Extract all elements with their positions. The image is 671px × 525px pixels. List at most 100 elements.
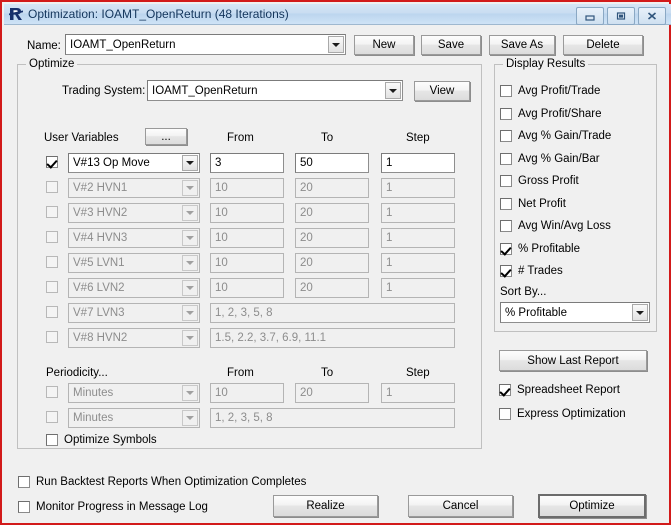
delete-button[interactable]: Delete <box>563 35 643 55</box>
user-variables-ellipsis-button[interactable]: ... <box>145 128 187 145</box>
name-combo[interactable]: IOAMT_OpenReturn <box>65 34 346 55</box>
trading-system-combo[interactable]: IOAMT_OpenReturn <box>147 80 403 101</box>
chevron-down-icon[interactable] <box>385 82 401 99</box>
variable-step-input[interactable]: 1 <box>381 203 455 223</box>
show-last-report-button[interactable]: Show Last Report <box>499 350 647 371</box>
optimize-button[interactable]: Optimize <box>538 494 646 518</box>
variable-select[interactable]: V#7 LVN3 <box>68 303 200 323</box>
variable-row-checkbox-wrap[interactable] <box>46 156 58 168</box>
display-result-row[interactable]: Avg Profit/Trade <box>500 85 600 97</box>
variable-step-input[interactable]: 1 <box>381 253 455 273</box>
variable-select[interactable]: V#5 LVN1 <box>68 253 200 273</box>
variable-to-input[interactable]: 20 <box>295 228 369 248</box>
periodicity-unit-select[interactable]: Minutes <box>68 408 200 428</box>
periodicity-enable-checkbox[interactable] <box>46 386 58 398</box>
chevron-down-icon[interactable] <box>182 385 198 401</box>
spreadsheet-report-checkbox[interactable] <box>499 384 511 396</box>
periodicity-value-list-input[interactable]: 1, 2, 3, 5, 8 <box>210 408 455 428</box>
display-result-checkbox[interactable] <box>500 243 512 255</box>
variable-enable-checkbox[interactable] <box>46 206 58 218</box>
display-result-row[interactable]: Net Profit <box>500 198 566 210</box>
variable-value-list-input[interactable]: 1, 2, 3, 5, 8 <box>210 303 455 323</box>
chevron-down-icon[interactable] <box>182 330 198 346</box>
chevron-down-icon[interactable] <box>182 410 198 426</box>
chevron-down-icon[interactable] <box>182 205 198 221</box>
variable-enable-checkbox[interactable] <box>46 181 58 193</box>
variable-select[interactable]: V#6 LVN2 <box>68 278 200 298</box>
display-result-row[interactable]: Avg % Gain/Trade <box>500 130 611 142</box>
variable-enable-checkbox[interactable] <box>46 306 58 318</box>
variable-value-list-input[interactable]: 1.5, 2.2, 3.7, 6.9, 11.1 <box>210 328 455 348</box>
variable-select[interactable]: V#3 HVN2 <box>68 203 200 223</box>
display-result-checkbox[interactable] <box>500 85 512 97</box>
maximize-icon[interactable] <box>607 7 635 25</box>
variable-row-checkbox-wrap[interactable] <box>46 206 58 218</box>
variable-from-input[interactable]: 10 <box>210 278 284 298</box>
display-result-checkbox[interactable] <box>500 198 512 210</box>
chevron-down-icon[interactable] <box>328 36 344 53</box>
variable-row-checkbox-wrap[interactable] <box>46 281 58 293</box>
variable-to-input[interactable]: 20 <box>295 278 369 298</box>
periodicity-to-input[interactable]: 20 <box>295 383 369 403</box>
chevron-down-icon[interactable] <box>182 280 198 296</box>
variable-step-input[interactable]: 1 <box>381 228 455 248</box>
variable-from-input[interactable]: 10 <box>210 178 284 198</box>
display-result-checkbox[interactable] <box>500 265 512 277</box>
new-button[interactable]: New <box>354 35 414 55</box>
display-result-checkbox[interactable] <box>500 130 512 142</box>
close-icon[interactable] <box>638 7 666 25</box>
display-result-row[interactable]: Gross Profit <box>500 175 579 187</box>
variable-to-input[interactable]: 20 <box>295 203 369 223</box>
run-backtest-row[interactable]: Run Backtest Reports When Optimization C… <box>18 476 306 488</box>
variable-enable-checkbox[interactable] <box>46 256 58 268</box>
periodicity-step-input[interactable]: 1 <box>381 383 455 403</box>
periodicity-row-checkbox-wrap[interactable] <box>46 411 58 423</box>
display-result-checkbox[interactable] <box>500 153 512 165</box>
optimize-symbols-row[interactable]: Optimize Symbols <box>46 434 157 446</box>
display-result-checkbox[interactable] <box>500 108 512 120</box>
variable-select[interactable]: V#13 Op Move <box>68 153 200 173</box>
variable-step-input[interactable]: 1 <box>381 278 455 298</box>
save-button[interactable]: Save <box>421 35 481 55</box>
periodicity-from-input[interactable]: 10 <box>210 383 284 403</box>
realize-button[interactable]: Realize <box>273 495 378 517</box>
variable-from-input[interactable]: 10 <box>210 203 284 223</box>
variable-step-input[interactable]: 1 <box>381 178 455 198</box>
cancel-button[interactable]: Cancel <box>408 495 513 517</box>
variable-enable-checkbox[interactable] <box>46 156 58 168</box>
chevron-down-icon[interactable] <box>182 180 198 196</box>
variable-row-checkbox-wrap[interactable] <box>46 181 58 193</box>
monitor-progress-checkbox[interactable] <box>18 501 30 513</box>
variable-from-input[interactable]: 10 <box>210 253 284 273</box>
minimize-icon[interactable] <box>576 7 604 25</box>
variable-select[interactable]: V#8 HVN2 <box>68 328 200 348</box>
variable-to-input[interactable]: 20 <box>295 178 369 198</box>
variable-enable-checkbox[interactable] <box>46 231 58 243</box>
variable-from-input[interactable]: 10 <box>210 228 284 248</box>
chevron-down-icon[interactable] <box>182 305 198 321</box>
chevron-down-icon[interactable] <box>632 304 648 321</box>
display-result-row[interactable]: % Profitable <box>500 243 580 255</box>
variable-select[interactable]: V#4 HVN3 <box>68 228 200 248</box>
display-result-checkbox[interactable] <box>500 220 512 232</box>
variable-row-checkbox-wrap[interactable] <box>46 256 58 268</box>
run-backtest-checkbox[interactable] <box>18 476 30 488</box>
display-result-checkbox[interactable] <box>500 175 512 187</box>
variable-enable-checkbox[interactable] <box>46 281 58 293</box>
variable-row-checkbox-wrap[interactable] <box>46 306 58 318</box>
periodicity-enable-checkbox[interactable] <box>46 411 58 423</box>
view-button[interactable]: View <box>414 81 470 101</box>
display-result-row[interactable]: Avg Profit/Share <box>500 108 602 120</box>
variable-row-checkbox-wrap[interactable] <box>46 331 58 343</box>
variable-from-input[interactable]: 3 <box>210 153 284 173</box>
express-optimization-row[interactable]: Express Optimization <box>499 408 626 420</box>
chevron-down-icon[interactable] <box>182 230 198 246</box>
periodicity-row-checkbox-wrap[interactable] <box>46 386 58 398</box>
optimize-symbols-checkbox[interactable] <box>46 434 58 446</box>
display-result-row[interactable]: Avg % Gain/Bar <box>500 153 600 165</box>
monitor-progress-row[interactable]: Monitor Progress in Message Log <box>18 501 208 513</box>
variable-to-input[interactable]: 50 <box>295 153 369 173</box>
variable-step-input[interactable]: 1 <box>381 153 455 173</box>
periodicity-unit-select[interactable]: Minutes <box>68 383 200 403</box>
variable-enable-checkbox[interactable] <box>46 331 58 343</box>
